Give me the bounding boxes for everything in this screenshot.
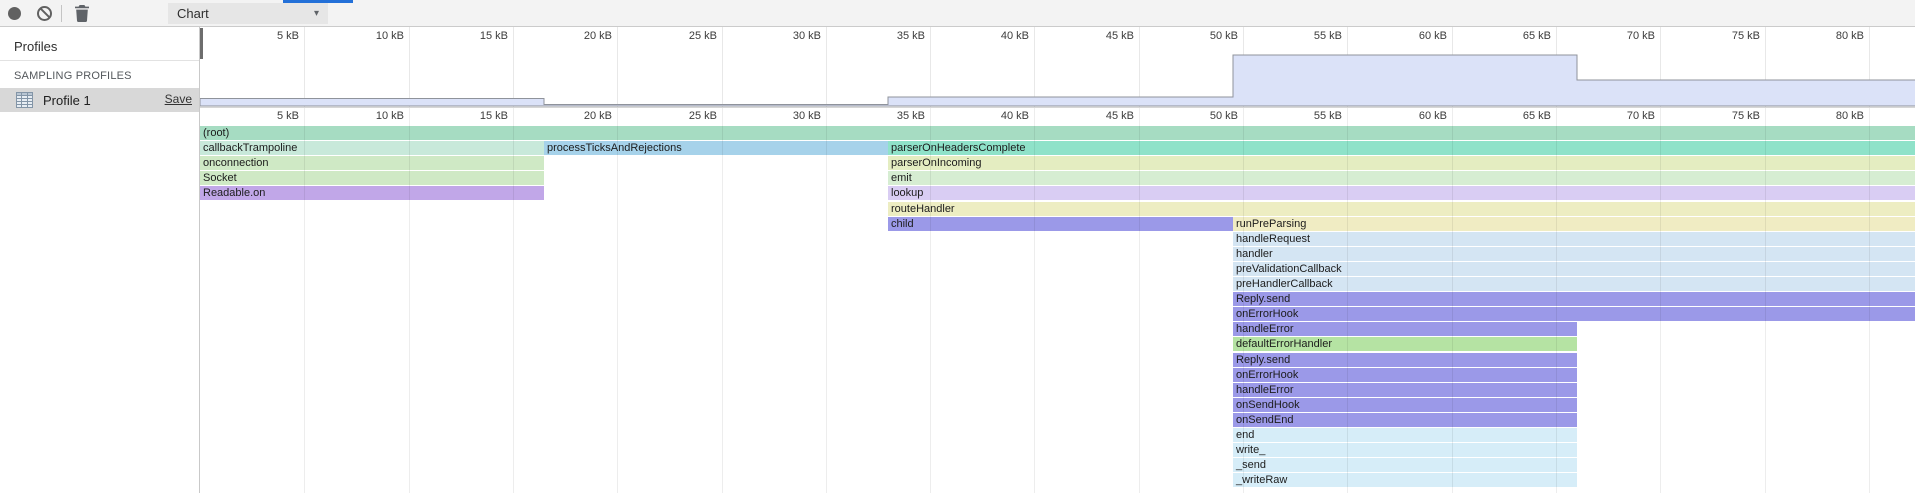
flame-bar-Readable.on[interactable]: Readable.on — [200, 186, 544, 200]
profiles-sidebar: Profiles SAMPLING PROFILES Profile 1 Sav… — [0, 27, 200, 493]
flame-bar-Socket[interactable]: Socket — [200, 171, 544, 185]
overview-pane[interactable]: 5 kB10 kB15 kB20 kB25 kB30 kB35 kB40 kB4… — [200, 27, 1915, 108]
flame-chart: (root)callbackTrampolineprocessTicksAndR… — [200, 126, 1915, 493]
flame-bar-preHandlerCallback[interactable]: preHandlerCallback — [1233, 277, 1915, 291]
toolbar-divider — [61, 5, 62, 22]
flame-bar-child[interactable]: child — [888, 217, 1233, 231]
flame-bar-onErrorHook[interactable]: onErrorHook — [1233, 368, 1577, 382]
flame-bar-routeHandler[interactable]: routeHandler — [888, 202, 1915, 216]
flame-bar-write_[interactable]: write_ — [1233, 443, 1577, 457]
delete-profile-button[interactable] — [73, 5, 90, 23]
chevron-down-icon: ▾ — [314, 3, 319, 24]
heap-profiler-window: Chart ▾ Profiles SAMPLING PROFILES Profi… — [0, 0, 1915, 493]
flame-bar-handleRequest[interactable]: handleRequest — [1233, 232, 1915, 246]
flame-bar-handleError[interactable]: handleError — [1233, 383, 1577, 397]
flame-tick-label: 40 kB — [971, 110, 1029, 122]
flame-tick-label: 5 kB — [241, 110, 299, 122]
overview-area-chart — [200, 27, 1915, 107]
flamechart-pane: 5 kB 10 kB 15 kB 20 kB 25 kB 30 kB 35 kB 40 kB 4… — [200, 27, 1915, 493]
clear-icon — [37, 6, 52, 21]
flame-bar-emit[interactable]: emit — [888, 171, 1915, 185]
flame-bar-_send[interactable]: _send — [1233, 458, 1577, 472]
flame-tick-label: 15 kB — [450, 110, 508, 122]
toolbar: Chart ▾ — [0, 0, 1915, 27]
flame-bar-onSendEnd[interactable]: onSendEnd — [1233, 413, 1577, 427]
flame-tick-label: 55 kB — [1284, 110, 1342, 122]
flame-bar-callbackTrampoline[interactable]: callbackTrampoline — [200, 141, 544, 155]
flame-bar-end[interactable]: end — [1233, 428, 1577, 442]
flame-bar-(root)[interactable]: (root) — [200, 126, 1915, 140]
flame-bar-parserOnHeadersComplete[interactable]: parserOnHeadersComplete — [888, 141, 1915, 155]
trash-icon — [74, 5, 90, 22]
flame-tick-label: 20 kB — [554, 110, 612, 122]
sidebar-title: Profiles — [0, 27, 199, 61]
active-tab-indicator — [283, 0, 353, 3]
flame-tick-label: 65 kB — [1493, 110, 1551, 122]
flame-ruler: 5 kB 10 kB 15 kB 20 kB 25 kB 30 kB 35 kB 40 kB 4… — [200, 108, 1915, 126]
flame-bar-runPreParsing[interactable]: runPreParsing — [1233, 217, 1915, 231]
flame-tick-label: 75 kB — [1702, 110, 1760, 122]
flame-tick-label: 45 kB — [1076, 110, 1134, 122]
flame-bar-Reply.send[interactable]: Reply.send — [1233, 292, 1915, 306]
flame-tick-label: 30 kB — [763, 110, 821, 122]
flame-bar-_writeRaw[interactable]: _writeRaw — [1233, 473, 1577, 487]
flame-bar-defaultErrorHandler[interactable]: defaultErrorHandler — [1233, 337, 1577, 351]
flame-tick-label: 80 kB — [1806, 110, 1864, 122]
sidebar-item-profile-1[interactable]: Profile 1 Save — [0, 88, 199, 112]
flame-tick-label: 25 kB — [659, 110, 717, 122]
clear-profiles-button[interactable] — [37, 6, 52, 21]
record-button[interactable] — [8, 7, 21, 20]
flame-bar-parserOnIncoming[interactable]: parserOnIncoming — [888, 156, 1915, 170]
flame-tick-label: 60 kB — [1389, 110, 1447, 122]
flame-tick-label: 50 kB — [1180, 110, 1238, 122]
sampling-profiles-heading: SAMPLING PROFILES — [0, 61, 199, 88]
overview-window-handle[interactable] — [200, 28, 203, 59]
flame-tick-label: 35 kB — [867, 110, 925, 122]
flame-bar-onconnection[interactable]: onconnection — [200, 156, 544, 170]
flame-tick-label: 10 kB — [346, 110, 404, 122]
flame-tick-label: 70 kB — [1597, 110, 1655, 122]
flame-bar-Reply.send[interactable]: Reply.send — [1233, 353, 1577, 367]
flame-bar-handleError[interactable]: handleError — [1233, 322, 1577, 336]
flame-bar-handler[interactable]: handler — [1233, 247, 1915, 261]
profile-table-icon — [16, 92, 33, 108]
view-mode-value: Chart — [177, 6, 209, 21]
profile-name: Profile 1 — [43, 93, 91, 108]
flame-bar-lookup[interactable]: lookup — [888, 186, 1915, 200]
flame-bar-onErrorHook[interactable]: onErrorHook — [1233, 307, 1915, 321]
save-profile-link[interactable]: Save — [165, 92, 192, 106]
flame-bar-processTicksAndRejections[interactable]: processTicksAndRejections — [544, 141, 888, 155]
flame-bar-onSendHook[interactable]: onSendHook — [1233, 398, 1577, 412]
flame-bar-preValidationCallback[interactable]: preValidationCallback — [1233, 262, 1915, 276]
view-mode-select[interactable]: Chart ▾ — [168, 3, 328, 24]
